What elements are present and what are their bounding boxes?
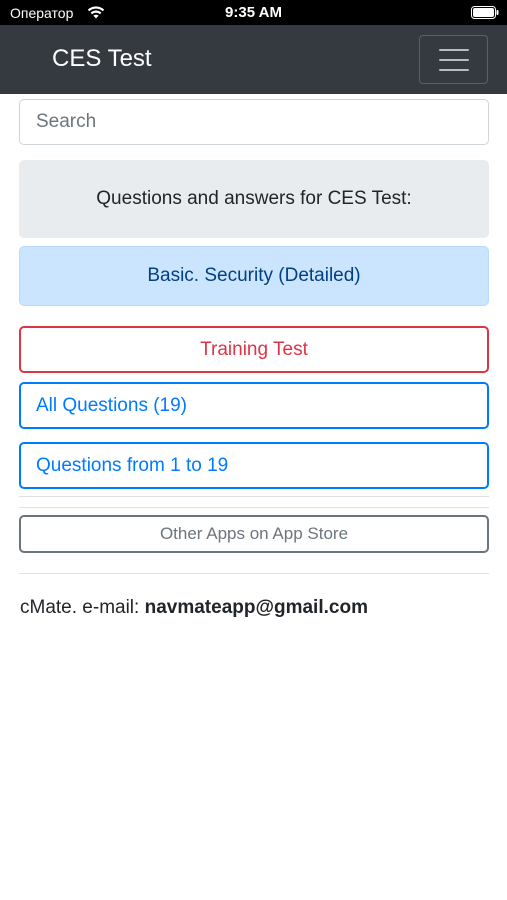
training-test-button[interactable]: Training Test bbox=[19, 326, 489, 373]
app-title[interactable]: CES Test bbox=[52, 45, 152, 73]
hamburger-menu-icon bbox=[438, 48, 469, 51]
other-apps-label: Other Apps on App Store bbox=[159, 524, 349, 543]
divider bbox=[19, 507, 489, 508]
questions-range-label: Questions from 1 to 19 bbox=[36, 454, 229, 476]
questions-range-button[interactable]: Questions from 1 to 19 bbox=[19, 442, 489, 489]
section-title-card[interactable]: Basic. Security (Detailed) bbox=[19, 246, 489, 306]
divider bbox=[19, 573, 489, 574]
training-test-label: Training Test bbox=[200, 338, 308, 360]
intro-banner: Questions and answers for CES Test: bbox=[19, 160, 489, 238]
search-input[interactable] bbox=[19, 99, 489, 145]
contact-label: cMate. e-mail: bbox=[20, 597, 140, 618]
battery-icon bbox=[471, 6, 499, 24]
intro-text: Questions and answers for CES Test: bbox=[96, 188, 412, 209]
other-apps-button[interactable]: Other Apps on App Store bbox=[19, 515, 489, 553]
status-time: 9:35 AM bbox=[225, 4, 282, 21]
contact-footer: cMate. e-mail: navmateapp@gmail.com bbox=[20, 597, 368, 619]
all-questions-label: All Questions (19) bbox=[36, 394, 188, 416]
divider bbox=[19, 496, 489, 497]
status-bar: Оператор 9:35 AM bbox=[0, 0, 507, 25]
all-questions-button[interactable]: All Questions (19) bbox=[19, 382, 489, 429]
navbar: CES Test bbox=[0, 25, 507, 94]
section-title: Basic. Security (Detailed) bbox=[147, 265, 361, 286]
menu-toggle-button[interactable] bbox=[419, 35, 488, 84]
contact-email[interactable]: navmateapp@gmail.com bbox=[145, 597, 368, 618]
